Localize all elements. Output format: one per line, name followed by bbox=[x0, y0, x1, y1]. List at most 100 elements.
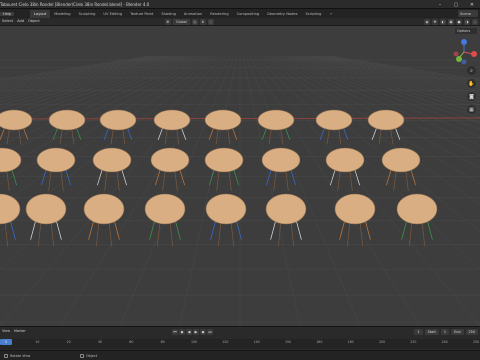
stool[interactable] bbox=[92, 147, 132, 191]
stool-seat[interactable] bbox=[315, 109, 353, 131]
stool-seat[interactable] bbox=[99, 109, 137, 131]
overlay-icon[interactable]: ◐ bbox=[440, 19, 446, 25]
stool-seat[interactable] bbox=[265, 193, 307, 225]
stool-seat[interactable] bbox=[205, 193, 247, 225]
stool[interactable] bbox=[36, 147, 76, 191]
camera-icon[interactable]: ◙ bbox=[467, 92, 476, 101]
stool[interactable] bbox=[99, 109, 137, 145]
transform-orientation-dropdown[interactable]: Global bbox=[173, 19, 190, 25]
stool[interactable] bbox=[48, 109, 86, 145]
pivot-icon[interactable]: ◎ bbox=[191, 19, 198, 25]
scene-selector[interactable]: Scene bbox=[458, 10, 478, 17]
play-icon[interactable]: ▶ bbox=[193, 329, 199, 335]
navigation-gizmo[interactable] bbox=[453, 39, 478, 65]
stool[interactable] bbox=[204, 147, 244, 191]
hand-icon[interactable]: ✋ bbox=[467, 79, 476, 88]
jump-end-icon[interactable]: ⏭ bbox=[207, 329, 213, 335]
stool[interactable] bbox=[381, 147, 421, 191]
gizmo-toggle-icon[interactable]: ✥ bbox=[432, 19, 438, 25]
stool-seat[interactable] bbox=[0, 193, 21, 225]
stool[interactable] bbox=[0, 193, 21, 247]
zoom-icon[interactable]: ⌕ bbox=[467, 66, 476, 75]
stool-seat[interactable] bbox=[150, 147, 190, 173]
stool-seat[interactable] bbox=[396, 193, 438, 225]
menu-select[interactable]: Select bbox=[0, 19, 15, 23]
snap-icon[interactable]: ⋔ bbox=[199, 19, 206, 25]
menu-help[interactable]: Help bbox=[0, 11, 15, 16]
stool-seat[interactable] bbox=[204, 147, 244, 173]
stool[interactable] bbox=[0, 109, 33, 145]
stool[interactable] bbox=[204, 109, 242, 145]
stool-seat[interactable] bbox=[381, 147, 421, 173]
3d-viewport[interactable] bbox=[0, 26, 480, 326]
stool-seat[interactable] bbox=[0, 109, 33, 131]
stool-seat[interactable] bbox=[144, 193, 186, 225]
stool[interactable] bbox=[265, 193, 307, 247]
tab-compositing[interactable]: Compositing bbox=[232, 10, 264, 18]
stool[interactable] bbox=[83, 193, 125, 247]
tab-sculpting[interactable]: Sculpting bbox=[74, 10, 100, 18]
stool[interactable] bbox=[334, 193, 376, 247]
start-frame-field[interactable]: 1 bbox=[440, 329, 450, 335]
menu-add[interactable]: Add bbox=[15, 19, 26, 23]
stool[interactable] bbox=[257, 109, 295, 145]
tab-layout[interactable]: Layout bbox=[30, 10, 51, 18]
stool[interactable] bbox=[325, 147, 365, 191]
close-button[interactable]: ✕ bbox=[464, 0, 480, 9]
stool-seat[interactable] bbox=[25, 193, 67, 225]
gizmo-x-axis[interactable] bbox=[471, 51, 477, 57]
stool-seat[interactable] bbox=[325, 147, 365, 173]
timeline-ruler[interactable]: 1 0 10 20 40 60 80 100 120 140 150 160 180 200 220 240… bbox=[0, 339, 480, 349]
stool-seat[interactable] bbox=[36, 147, 76, 173]
maximize-button[interactable]: ▢ bbox=[448, 0, 464, 9]
end-frame-field[interactable]: 250 bbox=[465, 329, 478, 335]
stool-seat[interactable] bbox=[48, 109, 86, 131]
stool[interactable] bbox=[144, 193, 186, 247]
prev-keyframe-icon[interactable]: ◆ bbox=[179, 329, 185, 335]
stool[interactable] bbox=[150, 147, 190, 191]
proportional-edit-icon[interactable]: ○ bbox=[207, 19, 214, 25]
next-keyframe-icon[interactable]: ◆ bbox=[200, 329, 206, 335]
menu-object[interactable]: Object bbox=[26, 19, 42, 23]
current-frame-field[interactable]: 1 bbox=[414, 329, 423, 335]
stool-seat[interactable] bbox=[0, 147, 22, 173]
stool[interactable] bbox=[396, 193, 438, 247]
stool-seat[interactable] bbox=[367, 109, 405, 131]
stool-seat[interactable] bbox=[257, 109, 295, 131]
stool-seat[interactable] bbox=[83, 193, 125, 225]
tab-uv-editing[interactable]: UV Editing bbox=[99, 10, 127, 18]
stool-seat[interactable] bbox=[92, 147, 132, 173]
stool[interactable] bbox=[315, 109, 353, 145]
stool[interactable] bbox=[0, 147, 22, 191]
jump-start-icon[interactable]: ⏮ bbox=[172, 329, 178, 335]
orientation-icon[interactable]: ⊕ bbox=[165, 19, 171, 25]
stool[interactable] bbox=[367, 109, 405, 145]
stool-seat[interactable] bbox=[261, 147, 301, 173]
gizmo-neg-z-axis[interactable] bbox=[461, 59, 467, 65]
options-dropdown[interactable]: Options bbox=[455, 28, 477, 34]
grid-icon[interactable]: ▦ bbox=[467, 105, 476, 114]
stool-seat[interactable] bbox=[334, 193, 376, 225]
gizmo-neg-x-axis[interactable] bbox=[453, 51, 459, 57]
stool[interactable] bbox=[261, 147, 301, 191]
play-reverse-icon[interactable]: ◀ bbox=[186, 329, 192, 335]
minimize-button[interactable]: – bbox=[432, 0, 448, 9]
rendered-shading-icon[interactable]: ○ bbox=[472, 19, 478, 25]
xray-icon[interactable]: ▣ bbox=[448, 19, 454, 25]
menu-view[interactable]: View bbox=[0, 329, 12, 333]
tab-shading[interactable]: Shading bbox=[157, 10, 180, 18]
tab-rendering[interactable]: Rendering bbox=[206, 10, 233, 18]
tab-modeling[interactable]: Modeling bbox=[50, 10, 75, 18]
material-shading-icon[interactable]: ◑ bbox=[464, 19, 470, 25]
gizmo-z-axis[interactable] bbox=[461, 39, 467, 45]
tab-animation[interactable]: Animation bbox=[179, 10, 207, 18]
tab-geometry-nodes[interactable]: Geometry Nodes bbox=[263, 10, 302, 18]
add-workspace-button[interactable]: + bbox=[325, 10, 337, 18]
tab-scripting[interactable]: Scripting bbox=[301, 10, 326, 18]
menu-marker[interactable]: Marker bbox=[12, 329, 28, 333]
stool-seat[interactable] bbox=[204, 109, 242, 131]
stool-seat[interactable] bbox=[153, 109, 191, 131]
tab-texture-paint[interactable]: Texture Paint bbox=[126, 10, 158, 18]
gizmo-y-axis[interactable] bbox=[456, 56, 462, 62]
stool[interactable] bbox=[153, 109, 191, 145]
